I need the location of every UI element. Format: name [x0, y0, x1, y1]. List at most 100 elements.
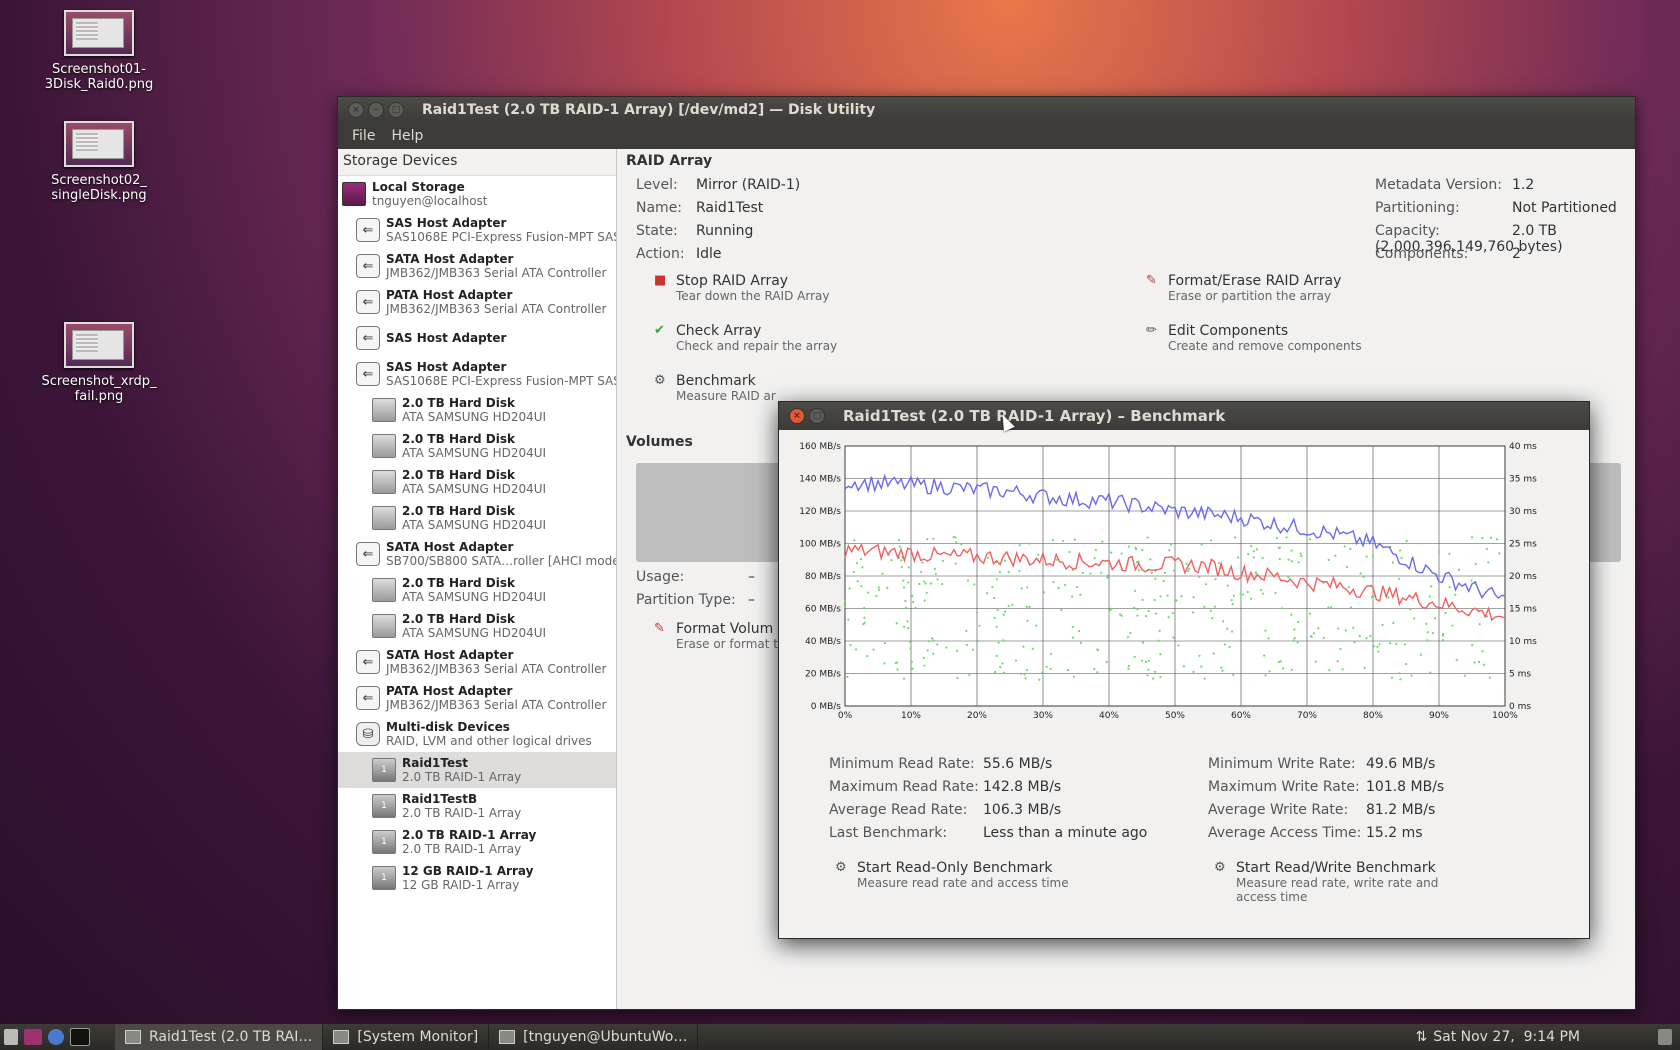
y-right-tick-label: 5 ms [1509, 670, 1531, 680]
workspace-icon[interactable] [24, 1029, 42, 1045]
access-time-point [1426, 631, 1429, 634]
task-disk-utility[interactable]: Raid1Test (2.0 TB RAI… [115, 1024, 324, 1050]
clock[interactable]: Sat Nov 27, 9:14 PM [1433, 1029, 1580, 1045]
access-time-point [1237, 556, 1240, 559]
access-time-point [1025, 668, 1028, 672]
task-terminal[interactable]: [tnguyen@UbuntuWo… [489, 1024, 699, 1050]
access-time-point [1106, 574, 1109, 577]
access-time-point [1363, 666, 1366, 669]
sidebar-device-item[interactable]: 2.0 TB Hard Disk ATA SAMSUNG HD204UI [338, 392, 616, 428]
benchmark-button[interactable]: ⚙ Benchmark Measure RAID ar [654, 373, 776, 403]
sidebar-device-item[interactable]: 1 12 GB RAID-1 Array 12 GB RAID-1 Array [338, 860, 616, 896]
access-time-point [1171, 612, 1174, 615]
access-time-point [911, 594, 914, 598]
close-icon[interactable]: × [348, 102, 364, 118]
close-icon[interactable]: × [789, 408, 805, 424]
sidebar-device-item[interactable]: Local Storage tnguyen@localhost [338, 176, 616, 212]
device-subtitle: JMB362/JMB363 Serial ATA Controller [386, 302, 607, 316]
access-time-point [1308, 537, 1312, 541]
x-tick-label: 40% [1099, 711, 1119, 721]
show-desktop-icon[interactable] [4, 1029, 18, 1045]
terminal-icon [499, 1030, 516, 1044]
x-tick-label: 10% [901, 711, 921, 721]
window-titlebar[interactable]: × – □ Raid1Test (2.0 TB RAID-1 Array) [/… [338, 97, 1635, 123]
sidebar-device-item[interactable]: ⇐ PATA Host Adapter JMB362/JMB363 Serial A… [338, 284, 616, 320]
sidebar-device-item[interactable]: 2.0 TB Hard Disk ATA SAMSUNG HD204UI [338, 500, 616, 536]
access-time-point [1007, 604, 1010, 608]
sidebar-device-item[interactable]: 1 Raid1Test 2.0 TB RAID-1 Array [338, 752, 616, 788]
network-icon[interactable]: ⇅ [1416, 1029, 1428, 1045]
access-time-point [1147, 609, 1150, 612]
minimize-icon[interactable]: – [368, 102, 384, 118]
check-array-button[interactable]: ✔ Check Array Check and repair the array [654, 323, 837, 353]
terminal-icon[interactable] [70, 1028, 90, 1046]
action-subtitle: Measure read rate, write rate and access… [1236, 876, 1439, 904]
desktop-icon-screenshot01[interactable]: Screenshot01- 3Disk_Raid0.png [39, 10, 159, 92]
y-right-tick-label: 25 ms [1509, 540, 1537, 550]
sidebar-device-item[interactable]: ⇐ SATA Host Adapter JMB362/JMB363 Serial A… [338, 248, 616, 284]
sidebar-device-item[interactable]: ⛁ Multi-disk Devices RAID, LVM and other l… [338, 716, 616, 752]
trash-icon[interactable] [1658, 1029, 1672, 1045]
sidebar-device-item[interactable]: ⇐ SATA Host Adapter JMB362/JMB363 Serial A… [338, 644, 616, 680]
access-time-point [1322, 636, 1325, 640]
sidebar-device-item[interactable]: ⇐ SATA Host Adapter SB700/SB800 SATA…rolle… [338, 536, 616, 572]
access-time-point [1214, 578, 1217, 581]
start-read-only-benchmark-button[interactable]: ⚙ Start Read-Only Benchmark Measure read … [835, 860, 1069, 890]
sidebar-device-item[interactable]: 2.0 TB Hard Disk ATA SAMSUNG HD204UI [338, 572, 616, 608]
sidebar-device-item[interactable]: 2.0 TB Hard Disk ATA SAMSUNG HD204UI [338, 464, 616, 500]
maximize-icon[interactable]: □ [809, 408, 825, 424]
sidebar-device-item[interactable]: 2.0 TB Hard Disk ATA SAMSUNG HD204UI [338, 608, 616, 644]
access-time-point [1119, 613, 1122, 616]
access-time-point [1042, 591, 1046, 594]
access-time-point [846, 675, 849, 679]
access-time-point [1353, 641, 1356, 644]
access-time-point [1198, 654, 1201, 657]
format-volume-button[interactable]: ✎ Format Volum Erase or format t [654, 621, 778, 651]
access-time-point [1066, 668, 1070, 672]
label: Action: [636, 246, 685, 262]
access-time-point [1345, 565, 1348, 568]
sidebar-device-item[interactable]: ⇐ SAS Host Adapter SAS1068E PCI-Express Fu… [338, 356, 616, 392]
sidebar-device-item[interactable]: 2.0 TB Hard Disk ATA SAMSUNG HD204UI [338, 428, 616, 464]
menu-help[interactable]: Help [383, 128, 431, 144]
gears-icon: ⚙ [835, 860, 847, 875]
raid-action-row: Action: Idle [636, 246, 722, 262]
sidebar-device-item[interactable]: ⇐ SAS Host Adapter [338, 320, 616, 356]
sidebar-device-item[interactable]: 1 2.0 TB RAID-1 Array 2.0 TB RAID-1 Array [338, 824, 616, 860]
maximize-icon[interactable]: □ [388, 102, 404, 118]
edit-components-button[interactable]: ✏ Edit Components Create and remove compo… [1146, 323, 1362, 353]
device-subtitle: RAID, LVM and other logical drives [386, 734, 592, 748]
x-tick-label: 30% [1033, 711, 1053, 721]
format-raid-button[interactable]: ✎ Format/Erase RAID Array Erase or partit… [1146, 273, 1341, 303]
access-time-point [993, 671, 997, 674]
access-time-point [1167, 616, 1170, 619]
start-read-write-benchmark-button[interactable]: ⚙ Start Read/Write Benchmark Measure read… [1214, 860, 1476, 904]
desktop-icon-screenshot02[interactable]: Screenshot02_ singleDisk.png [39, 121, 159, 203]
access-time-point [1136, 608, 1139, 611]
access-time-point [860, 585, 863, 588]
access-time-point [1309, 635, 1312, 638]
access-time-point [1153, 598, 1156, 602]
task-system-monitor[interactable]: [System Monitor] [323, 1024, 490, 1050]
access-time-point [1434, 617, 1437, 620]
read-stats: Minimum Read Rate: 55.6 MB/s Maximum Read… [829, 756, 1147, 848]
desktop-icon-screenshot-xrdp[interactable]: Screenshot_xrdp_ fail.png [39, 322, 159, 404]
access-time-point [927, 640, 931, 643]
access-time-point [1133, 655, 1136, 658]
access-time-point [1203, 677, 1206, 680]
access-time-point [1168, 549, 1171, 552]
access-time-point [1441, 634, 1445, 637]
raid-icon: 1 [372, 830, 396, 854]
sidebar-device-item[interactable]: ⇐ PATA Host Adapter JMB362/JMB363 Serial A… [338, 680, 616, 716]
access-time-point [1127, 667, 1130, 670]
firefox-icon[interactable] [48, 1029, 64, 1045]
sidebar-device-item[interactable]: 1 Raid1TestB 2.0 TB RAID-1 Array [338, 788, 616, 824]
sidebar-device-item[interactable]: ⇐ SAS Host Adapter SAS1068E PCI-Express Fu… [338, 212, 616, 248]
menu-file[interactable]: File [344, 128, 383, 144]
access-time-point [1213, 605, 1216, 608]
access-time-point [1481, 537, 1484, 540]
stop-raid-button[interactable]: ■ Stop RAID Array Tear down the RAID Arra… [654, 273, 829, 303]
dialog-titlebar[interactable]: × □ Raid1Test (2.0 TB RAID-1 Array) – Be… [779, 402, 1589, 430]
access-time-point [1133, 606, 1136, 609]
metadata-value: 1.2 [1512, 177, 1535, 193]
